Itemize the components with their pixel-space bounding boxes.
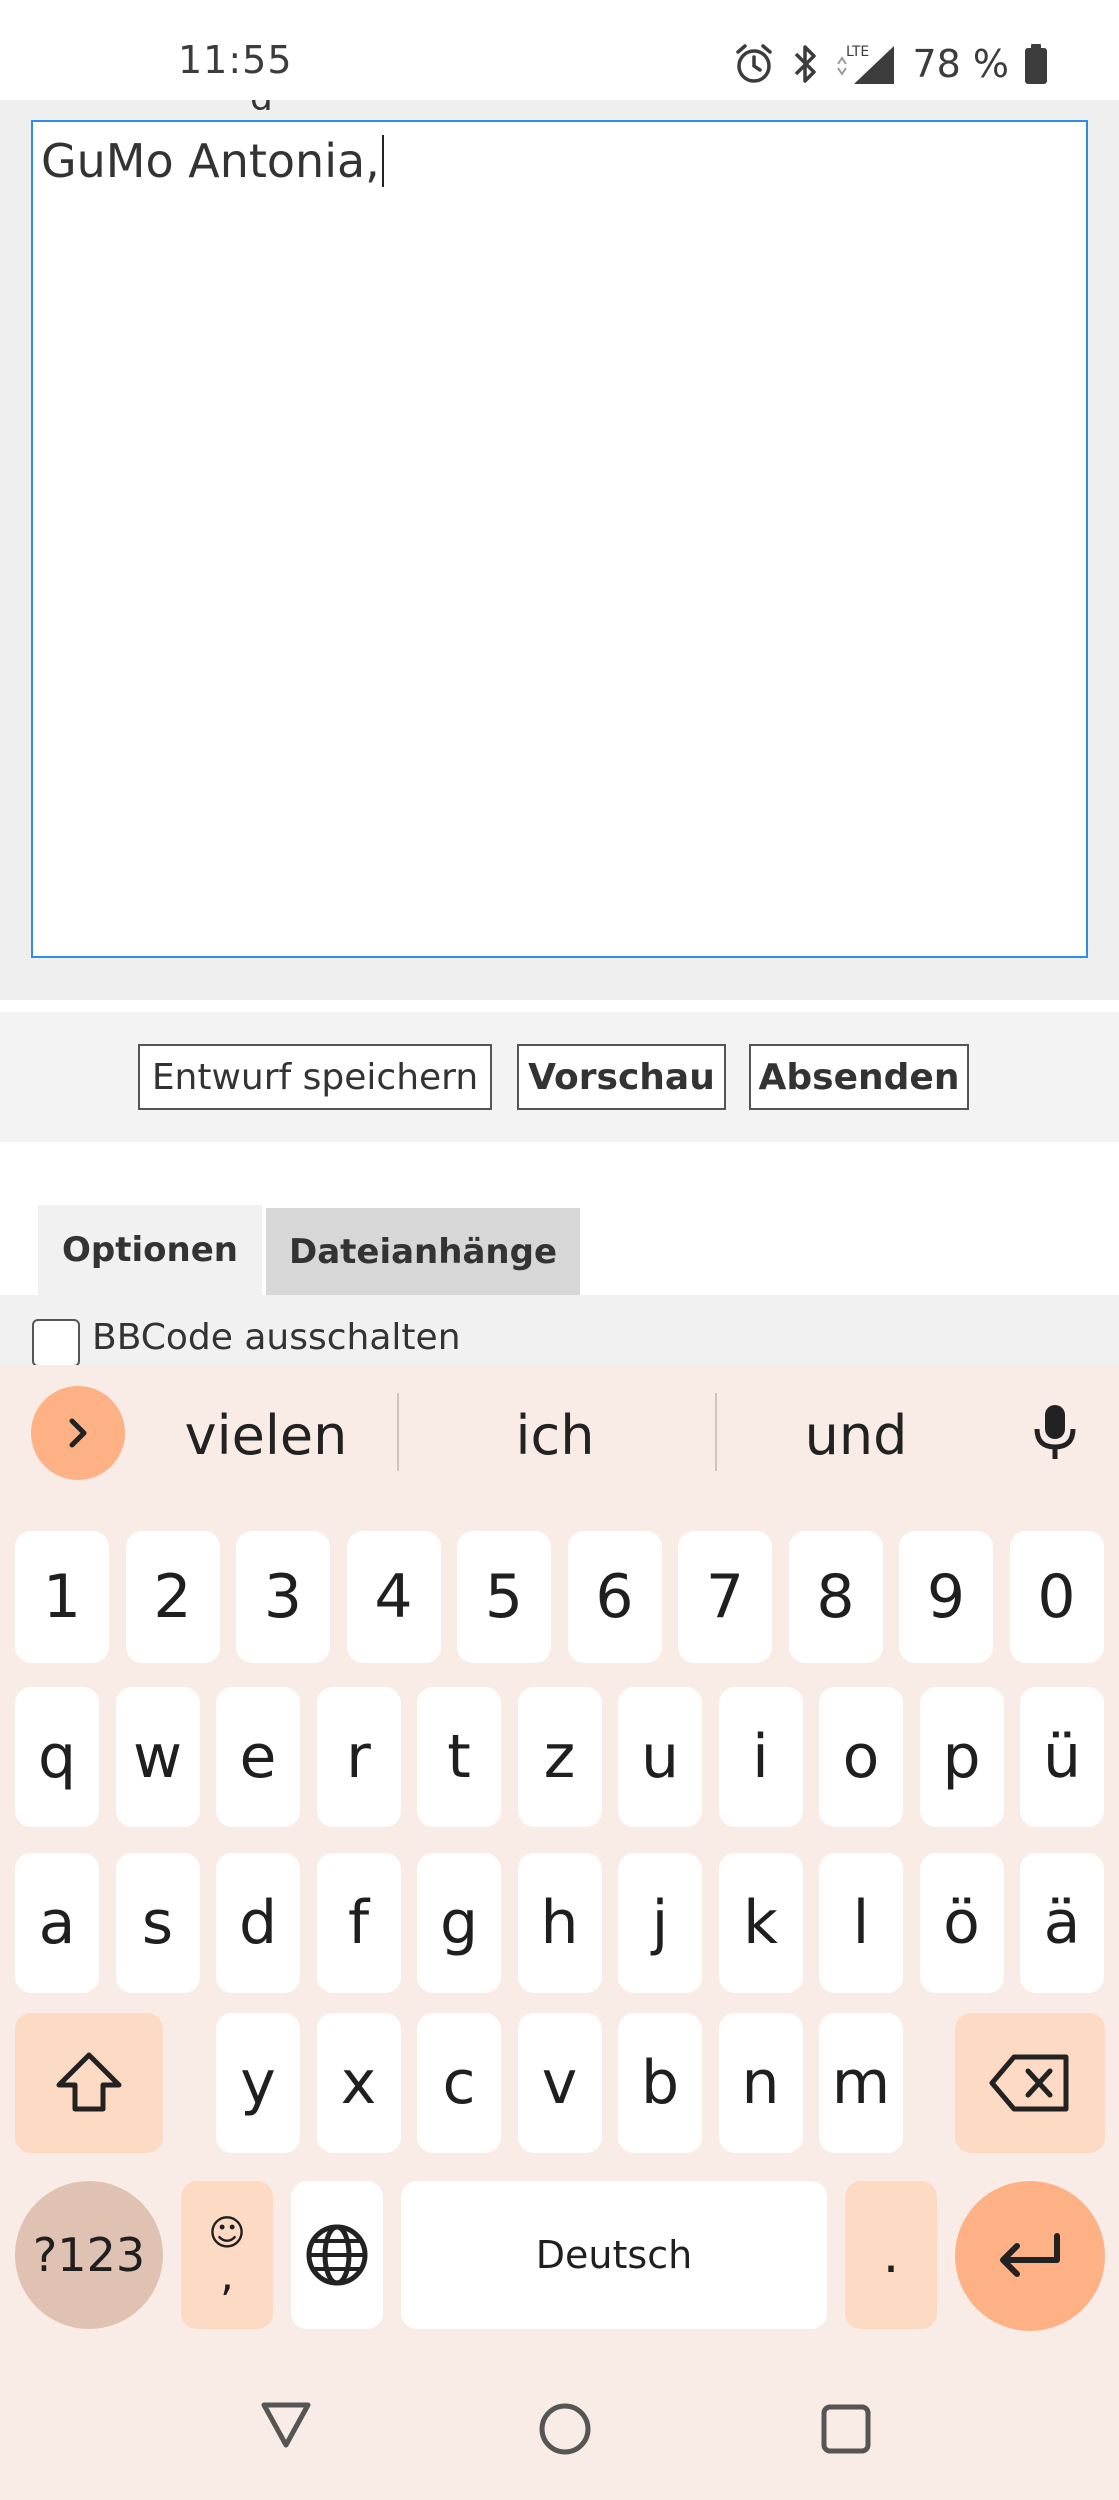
svg-text:LTE: LTE [846,44,869,60]
key-g[interactable]: g [417,1853,501,1993]
enter-icon [1000,2233,1060,2277]
key-z[interactable]: z [517,1687,602,1827]
backspace-icon [989,2054,1069,2112]
backspace-key[interactable] [955,2013,1105,2153]
suggestion-1[interactable]: vielen [138,1400,394,1470]
tab-options[interactable]: Optionen [38,1205,262,1295]
key-5[interactable]: 5 [457,1531,551,1663]
key-v[interactable]: v [517,2013,602,2153]
comma-label: , [220,2249,234,2301]
key-y[interactable]: y [216,2013,300,2153]
microphone-icon[interactable] [1030,1401,1080,1465]
suggestion-3[interactable]: und [716,1400,996,1470]
status-time: 11:55 [178,38,293,82]
cut-off-label: g [250,100,400,110]
back-icon[interactable] [256,2395,316,2455]
symbols-key[interactable]: ?123 [15,2181,163,2329]
text-caret [381,135,384,187]
status-bar: 11:55 LTE 78 % [0,0,1119,100]
period-key[interactable]: . [845,2181,937,2329]
key-4[interactable]: 4 [346,1531,441,1663]
key-s[interactable]: s [115,1853,200,1993]
message-text: GuMo Antonia, [41,134,384,188]
status-icons: LTE 78 % [732,40,1049,88]
space-key[interactable]: Deutsch [401,2181,827,2329]
tab-attachments[interactable]: Dateianhänge [266,1208,580,1295]
enter-key[interactable] [955,2181,1105,2331]
key-k[interactable]: k [718,1853,803,1993]
submit-button[interactable]: Absenden [749,1044,969,1110]
options-panel: BBCode ausschalten [0,1295,1119,1367]
bluetooth-icon [795,45,817,83]
key-m[interactable]: m [819,2013,903,2153]
system-nav-bar [0,2375,1119,2500]
key-8[interactable]: 8 [788,1531,883,1663]
disable-bbcode-label: BBCode ausschalten [92,1317,461,1358]
key-r[interactable]: r [316,1687,401,1827]
key-q[interactable]: q [15,1687,99,1827]
key-t[interactable]: t [417,1687,501,1827]
key-j[interactable]: j [618,1853,702,1993]
key-b[interactable]: b [618,2013,702,2153]
save-draft-button[interactable]: Entwurf speichern [138,1044,492,1110]
lte-signal-icon: LTE [837,44,895,84]
key-c[interactable]: c [417,2013,501,2153]
shift-key[interactable] [15,2013,163,2153]
key-e[interactable]: e [216,1687,300,1827]
battery-icon [1025,44,1047,84]
key-a[interactable]: a [15,1853,99,1993]
emoji-comma-key[interactable]: ☺ , [181,2181,273,2329]
disable-bbcode-checkbox[interactable] [32,1319,80,1367]
key-9[interactable]: 9 [899,1531,993,1663]
key-o[interactable]: o [819,1687,903,1827]
key-0[interactable]: 0 [1009,1531,1104,1663]
key-3[interactable]: 3 [236,1531,330,1663]
suggestion-divider [397,1393,399,1471]
message-text-content: GuMo Antonia, [41,134,380,188]
language-key[interactable] [291,2181,383,2329]
key-x[interactable]: x [316,2013,401,2153]
key-7[interactable]: 7 [678,1531,772,1663]
key-2[interactable]: 2 [125,1531,220,1663]
emoji-icon: ☺ [208,2212,246,2254]
key-6[interactable]: 6 [567,1531,662,1663]
soft-keyboard: vielen ich und 1234567890 qwertzuiopü asdf… [0,1365,1119,2375]
key-h[interactable]: h [517,1853,602,1993]
form-buttons-bar: Entwurf speichern Vorschau Absenden [0,1012,1119,1142]
key-l[interactable]: l [819,1853,903,1993]
key-d[interactable]: d [216,1853,300,1993]
preview-button[interactable]: Vorschau [517,1044,726,1110]
message-textarea[interactable]: GuMo Antonia, [31,120,1088,958]
battery-percent: 78 % [912,42,1009,86]
key-ä[interactable]: ä [1020,1853,1104,1993]
key-p[interactable]: p [919,1687,1004,1827]
alarm-icon [736,44,773,83]
suggestions-toggle-button[interactable] [31,1386,125,1480]
home-icon[interactable] [534,2395,596,2457]
key-f[interactable]: f [316,1853,401,1993]
key-ü[interactable]: ü [1020,1687,1104,1827]
key-u[interactable]: u [618,1687,702,1827]
key-ö[interactable]: ö [919,1853,1004,1993]
key-i[interactable]: i [718,1687,803,1827]
editor-container: g GuMo Antonia, [0,100,1119,1000]
recents-icon[interactable] [815,2395,877,2457]
key-1[interactable]: 1 [15,1531,109,1663]
shift-icon [56,2052,122,2112]
globe-icon [306,2224,368,2286]
key-w[interactable]: w [115,1687,200,1827]
chevron-right-icon [69,1418,87,1448]
key-n[interactable]: n [718,2013,803,2153]
suggestion-2[interactable]: ich [400,1400,710,1470]
